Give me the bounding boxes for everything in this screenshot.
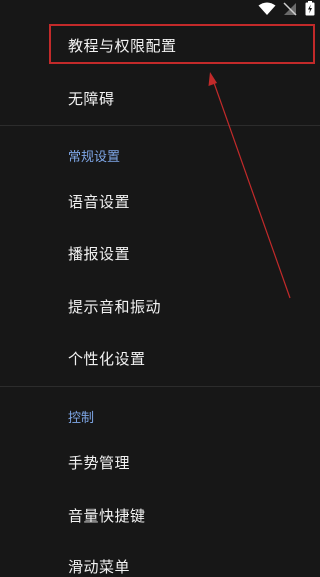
section-divider — [0, 386, 320, 387]
annotation-arrow — [208, 72, 291, 299]
menu-item-swipe-menu[interactable]: 滑动菜单 — [68, 557, 130, 577]
section-divider — [0, 125, 320, 126]
menu-item-voice-settings[interactable]: 语音设置 — [68, 192, 130, 212]
menu-item-broadcast-settings[interactable]: 播报设置 — [68, 244, 130, 264]
no-sim-icon — [283, 1, 297, 20]
menu-item-gesture-management[interactable]: 手势管理 — [68, 453, 130, 473]
wifi-icon — [258, 1, 276, 20]
menu-item-accessibility[interactable]: 无障碍 — [68, 89, 115, 109]
status-bar — [0, 0, 320, 16]
section-header-control: 控制 — [68, 411, 95, 426]
menu-item-volume-shortcut[interactable]: 音量快捷键 — [68, 506, 146, 526]
highlight-box — [49, 24, 315, 64]
battery-icon — [305, 1, 315, 20]
menu-item-personalization[interactable]: 个性化设置 — [68, 349, 146, 369]
menu-item-sound-vibration[interactable]: 提示音和振动 — [68, 297, 161, 317]
section-header-general: 常规设置 — [68, 150, 121, 165]
